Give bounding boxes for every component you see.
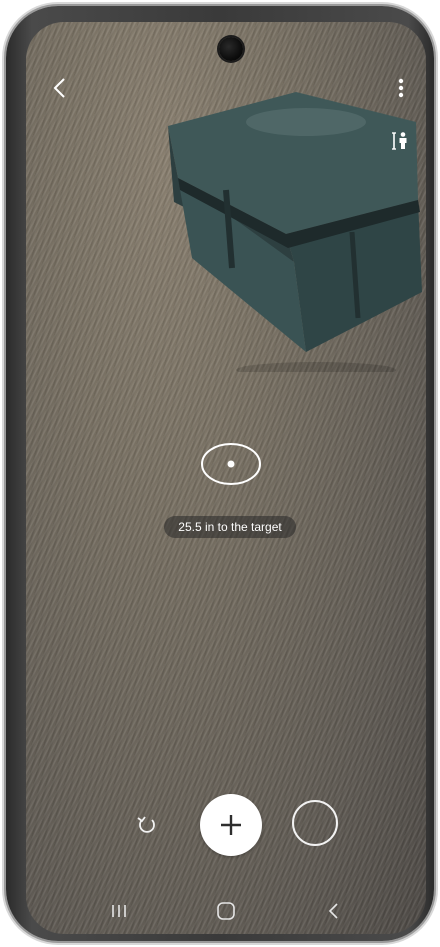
- front-camera-hole: [219, 37, 243, 61]
- person-height-icon: [392, 132, 407, 150]
- recents-button[interactable]: [99, 896, 139, 926]
- capture-button[interactable]: [292, 800, 338, 846]
- back-icon: [328, 903, 338, 919]
- system-navigation-bar: [26, 888, 426, 934]
- chevron-left-icon: [53, 78, 65, 98]
- undo-button[interactable]: [130, 808, 164, 842]
- back-button[interactable]: [42, 70, 78, 106]
- nav-back-button[interactable]: [313, 896, 353, 926]
- target-reticle: [201, 443, 261, 485]
- plus-icon: [221, 815, 241, 835]
- distance-to-target-label: 25.5 in to the target: [164, 516, 296, 538]
- recents-icon: [112, 905, 127, 917]
- camera-viewfinder: 25.5 in to the target: [26, 22, 426, 934]
- home-icon: [217, 902, 235, 920]
- phone-frame: 25.5 in to the target: [6, 6, 434, 941]
- more-vertical-icon: [398, 78, 404, 98]
- height-measure-button[interactable]: [386, 126, 416, 156]
- undo-icon: [137, 816, 155, 833]
- more-options-button[interactable]: [386, 70, 416, 106]
- reticle-center-dot: [227, 460, 235, 468]
- add-point-button[interactable]: [200, 794, 262, 856]
- home-button[interactable]: [206, 896, 246, 926]
